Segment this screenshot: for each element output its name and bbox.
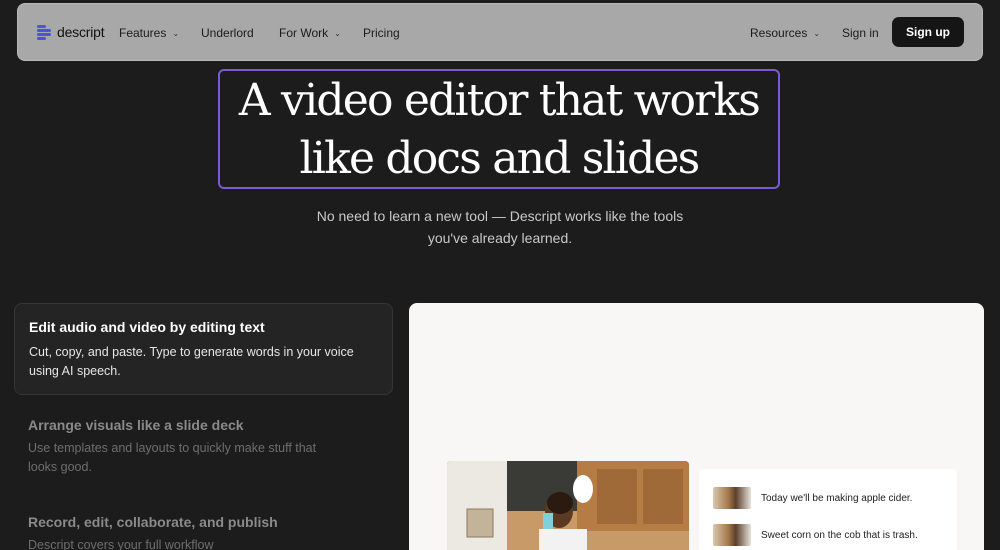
headline-line-1: A video editor that works <box>238 75 761 126</box>
feature-title: Arrange visuals like a slide deck <box>28 417 244 433</box>
chevron-down-icon: ⌄ <box>334 28 341 38</box>
nav-underlord[interactable]: Underlord <box>201 26 254 40</box>
top-nav: descript Features ⌄ Underlord For Work ⌄… <box>17 3 983 61</box>
feature-slide-deck[interactable]: Arrange visuals like a slide deck Use te… <box>28 417 348 477</box>
transcript-text: Today we'll be making apple cider. <box>761 492 913 504</box>
chevron-down-icon: ⌄ <box>813 28 821 38</box>
video-frame-image <box>447 461 689 550</box>
transcript-line[interactable]: Sweet corn on the cob that is trash. <box>713 524 918 546</box>
feature-description: Cut, copy, and paste. Type to generate w… <box>29 345 354 378</box>
descript-logo[interactable]: descript <box>37 24 105 40</box>
subtitle-line-1: No need to learn a new tool — Descript w… <box>316 208 684 224</box>
product-preview: Today we'll be making apple cider. Sweet… <box>409 303 984 550</box>
nav-for-work[interactable]: For Work ⌄ <box>279 26 341 40</box>
nav-pricing[interactable]: Pricing <box>363 26 400 40</box>
transcript-line[interactable]: Today we'll be making apple cider. <box>713 487 912 509</box>
signin-label: Sign in <box>842 26 879 40</box>
headline-line-2: like docs and slides <box>299 133 701 184</box>
clip-thumbnail <box>713 524 751 546</box>
nav-resources-label: Resources <box>750 26 808 40</box>
transcript-panel: Today we'll be making apple cider. Sweet… <box>699 469 957 550</box>
hero-subtitle: No need to learn a new tool — Descript w… <box>0 205 1000 249</box>
nav-features-label: Features <box>119 26 167 40</box>
headline-selection-box: A video editor that works like docs and … <box>218 69 780 189</box>
subtitle-line-2: you've already learned. <box>427 230 573 246</box>
nav-features[interactable]: Features ⌄ <box>119 26 179 40</box>
feature-edit-text[interactable]: Edit audio and video by editing text Cut… <box>14 303 393 395</box>
transcript-text: Sweet corn on the cob that is trash. <box>761 529 918 541</box>
nav-underlord-label: Underlord <box>201 26 254 40</box>
video-preview[interactable] <box>447 461 689 550</box>
chevron-down-icon: ⌄ <box>172 28 180 38</box>
clip-thumbnail <box>713 487 751 509</box>
nav-resources[interactable]: Resources ⌄ <box>750 26 820 40</box>
nav-for-work-label: For Work <box>279 26 329 40</box>
logo-text: descript <box>57 24 105 40</box>
feature-description: Descript covers your full workflow <box>28 538 214 550</box>
nav-pricing-label: Pricing <box>363 26 400 40</box>
signup-button[interactable]: Sign up <box>892 17 964 47</box>
feature-title: Edit audio and video by editing text <box>29 319 265 335</box>
feature-record-publish[interactable]: Record, edit, collaborate, and publish D… <box>28 514 348 550</box>
feature-description: Use templates and layouts to quickly mak… <box>28 441 317 474</box>
feature-title: Record, edit, collaborate, and publish <box>28 514 278 530</box>
hero-headline: A video editor that works like docs and … <box>220 71 778 188</box>
descript-logo-icon <box>37 24 51 40</box>
signin-link[interactable]: Sign in <box>842 26 879 40</box>
